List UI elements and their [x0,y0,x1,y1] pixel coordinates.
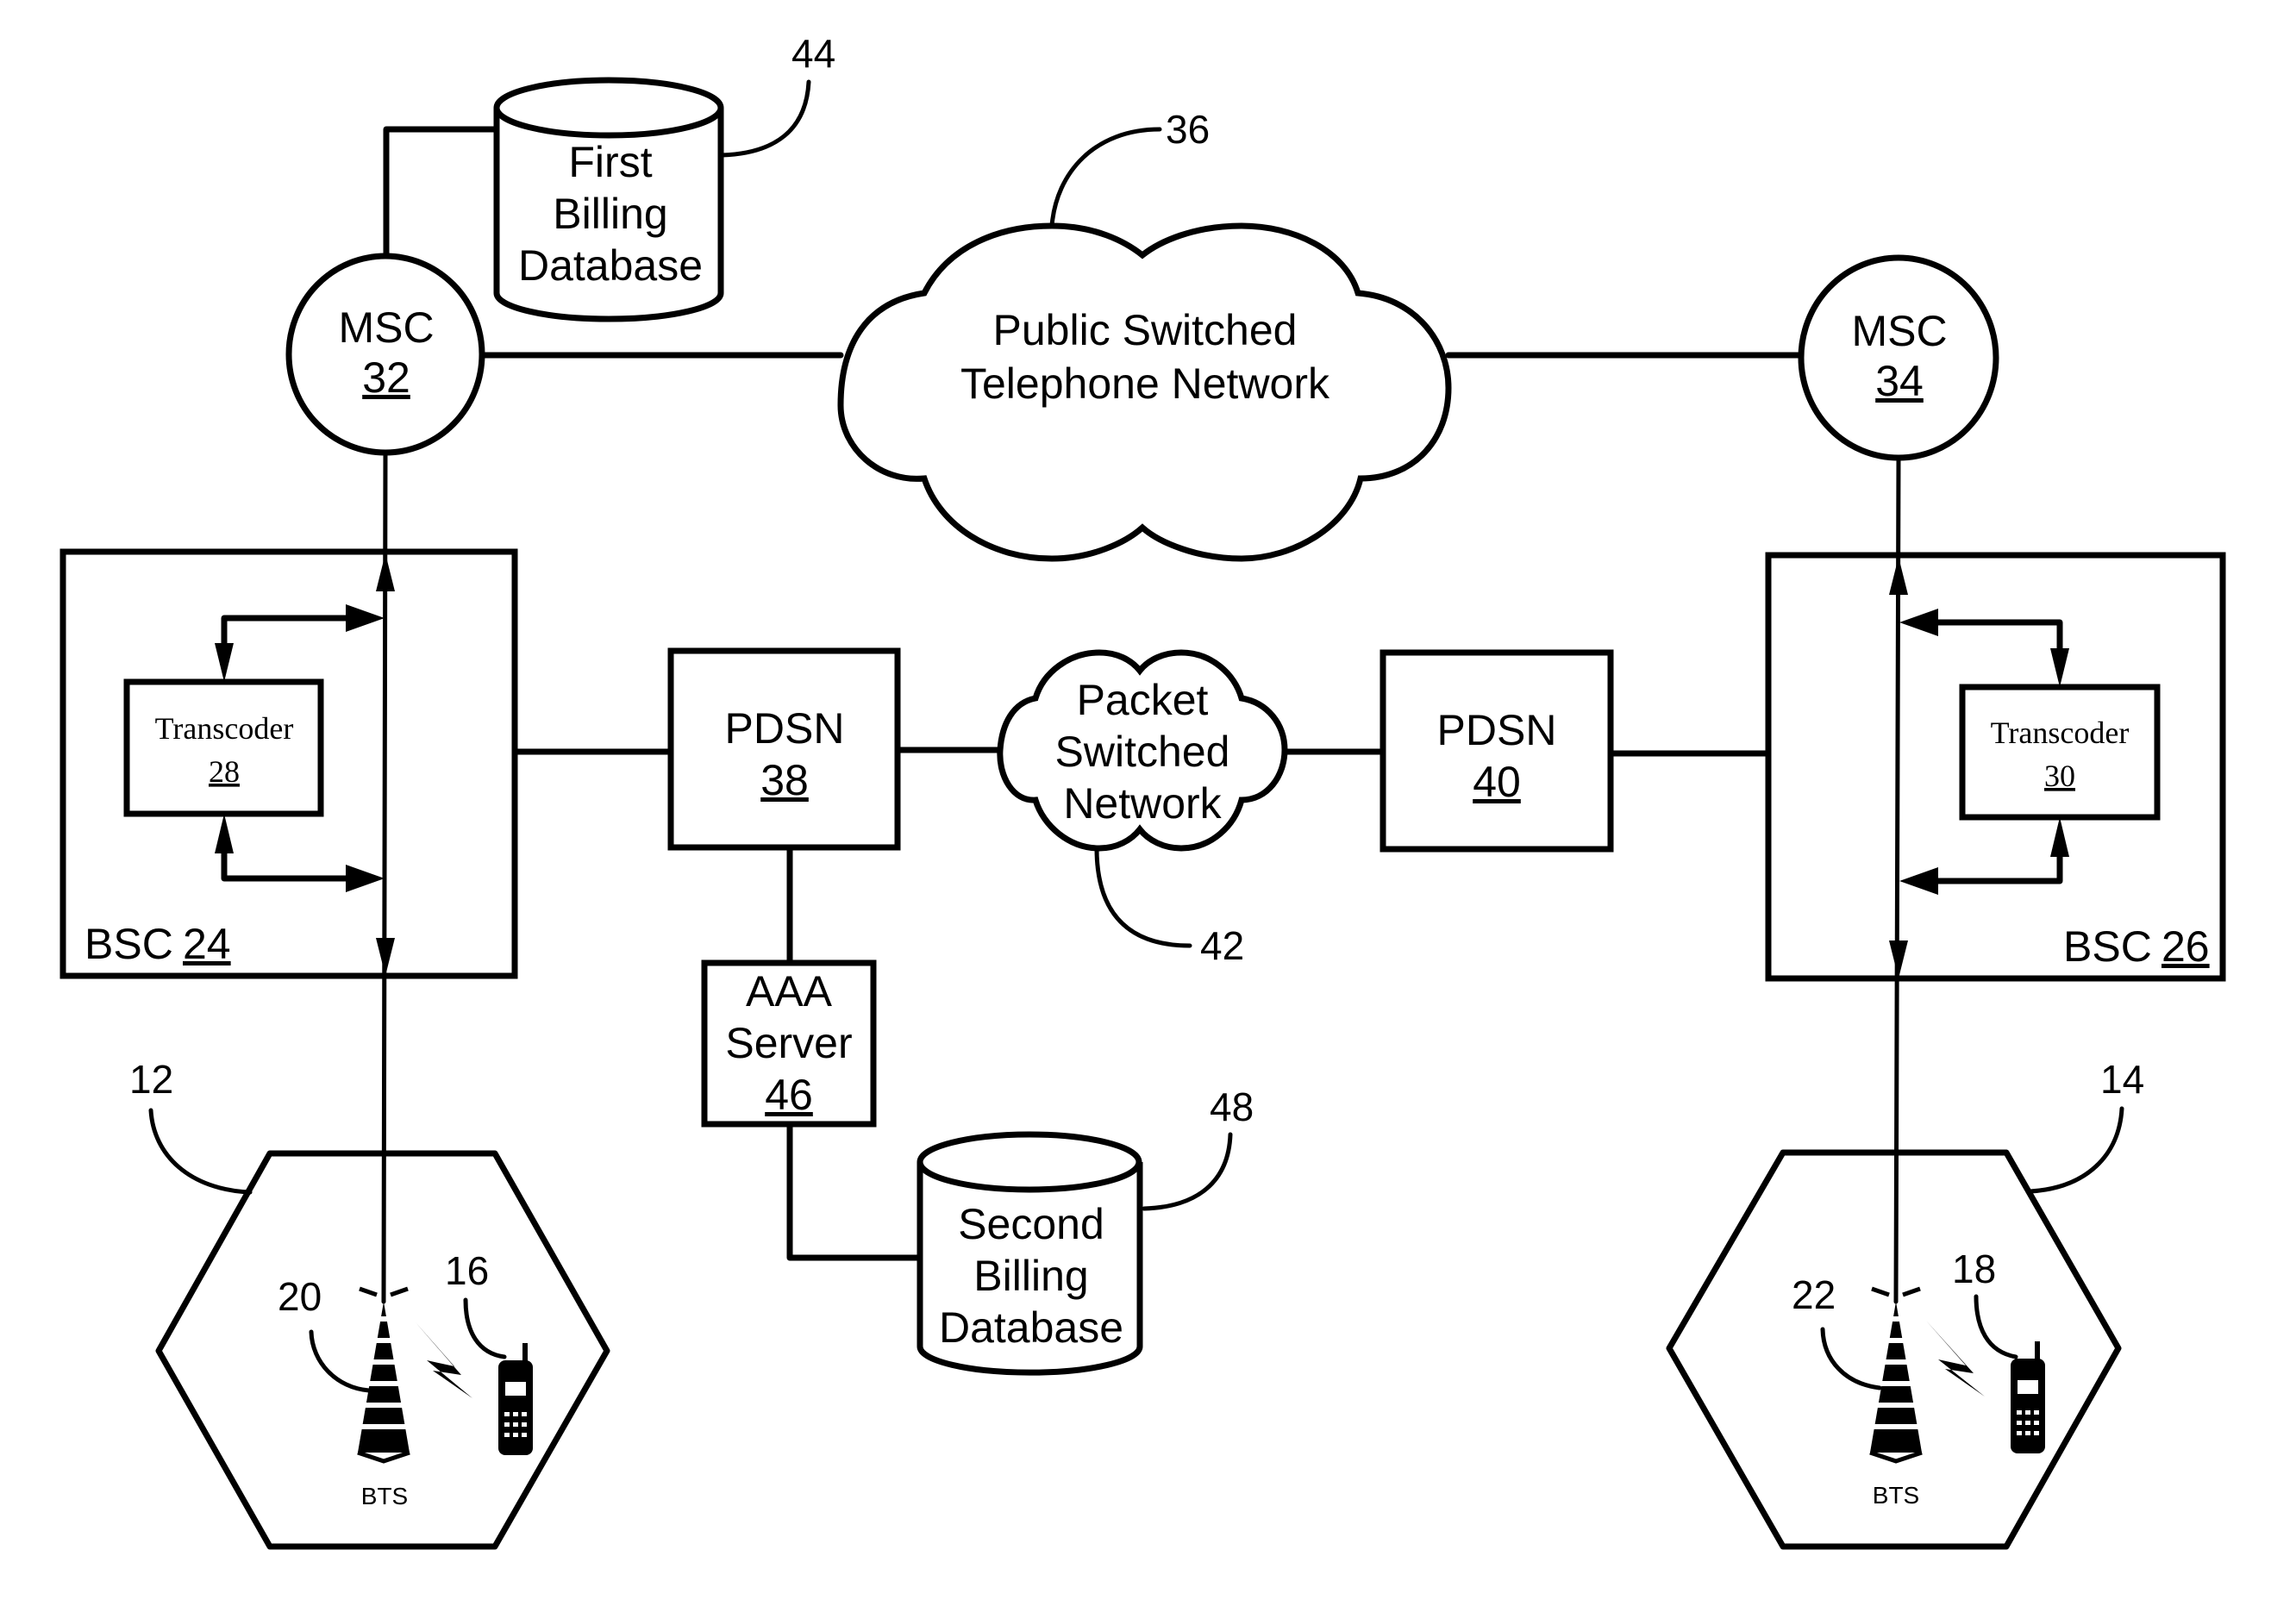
msc-32-label: MSC [338,303,434,352]
arrowhead-icon [376,938,395,976]
psn-label-line2: Switched [1055,728,1230,776]
bts-tower-icon [358,1289,410,1461]
arrowhead-icon [1899,867,1938,895]
aaa-server-46: AAA Server 46 [701,959,877,1128]
arrowhead-icon [215,643,234,682]
ref-48-leader [1142,1132,1233,1211]
pstn-label-line2: Telephone Network [960,359,1330,408]
psn-label-line3: Network [1063,779,1222,828]
second-db-label-line1: Second [958,1200,1104,1248]
aaa-to-second-db-line [786,1121,923,1261]
bsc-26-ref: 26 [2161,922,2210,971]
pdsn-38-label: PDSN [725,704,845,753]
ref-36: 36 [1166,107,1210,152]
ref-20-leader [309,1329,372,1393]
first-db-label-line2: Billing [553,190,667,238]
first-db-label-line3: Database [518,241,703,290]
ref-12: 12 [129,1057,173,1102]
arrowhead-icon [2050,817,2069,857]
first-db-label-line1: First [568,138,652,186]
bsc-26-label: BSC [2063,922,2152,971]
ref-12-leader [148,1108,253,1195]
mobile-phone-icon [498,1343,533,1455]
ref-22-leader [1820,1327,1882,1390]
msc-34-ref: 34 [1875,357,1924,405]
ref-14: 14 [2100,1057,2144,1102]
bts-tower-icon [1870,1289,1922,1461]
arrowhead-icon [1889,557,1908,595]
arrowhead-icon [215,814,234,853]
cell-14: 14 22 18 BTS [1666,1057,2144,1550]
arrowhead-icon [346,604,385,632]
psn-label-line1: Packet [1077,676,1209,724]
pdsn-40: PDSN 40 [1379,649,1614,853]
msc-32: MSC 32 [285,253,485,456]
ref-44-leader [719,79,811,158]
ref-44: 44 [791,31,835,76]
packet-switched-network-cloud: Packet Switched Network [997,649,1288,852]
radio-link-icon [416,1322,472,1398]
ref-22: 22 [1792,1272,1836,1317]
ref-16: 16 [445,1248,489,1293]
arrowhead-icon [2050,648,2069,687]
arrowhead-icon [1889,940,1908,978]
arrowhead-icon [346,865,385,892]
aaa-label-line2: Server [725,1019,852,1067]
network-diagram: First Billing Database 44 MSC 32 MSC 34 … [59,31,2226,1550]
arrowhead-icon [376,553,395,591]
transcoder-28-label: Transcoder [155,711,294,746]
pdsn-38-ref: 38 [760,756,809,804]
second-db-label-line2: Billing [973,1252,1088,1300]
msc-34: MSC 34 [1798,254,1999,461]
msc-32-ref: 32 [362,353,410,402]
ref-36-leader [1049,127,1162,228]
ref-14-leader [2028,1106,2124,1194]
bsc-24-ref: 24 [183,920,231,968]
bsc-24-label: BSC [84,920,173,968]
ref-18-leader [1974,1294,2018,1359]
ref-18: 18 [1952,1247,1996,1291]
first-billing-database: First Billing Database [493,77,724,322]
arrowhead-icon [1899,609,1938,636]
ref-20: 20 [278,1274,322,1319]
ref-42: 42 [1200,923,1244,968]
transcoder-28: Transcoder 28 [123,678,324,817]
bts-22-label: BTS [1873,1482,1919,1509]
cell-12: 12 20 16 BTS [129,1057,610,1550]
pdsn-40-label: PDSN [1437,706,1557,754]
pdsn-40-ref: 40 [1473,758,1521,806]
ref-16-leader [463,1297,507,1359]
transcoder-30-label: Transcoder [1991,716,2130,750]
ref-48: 48 [1210,1084,1254,1129]
bts-20-label: BTS [361,1483,408,1509]
aaa-ref: 46 [765,1071,813,1119]
ref-42-leader [1094,846,1192,948]
transcoder-30-ref: 30 [2044,759,2075,793]
second-db-label-line3: Database [939,1303,1123,1352]
msc32-to-first-db-line [383,126,500,259]
transcoder-30: Transcoder 30 [1959,684,2161,821]
msc-34-label: MSC [1851,307,1947,355]
aaa-label-line1: AAA [746,967,833,1015]
transcoder-28-ref: 28 [209,754,240,789]
pstn-cloud: Public Switched Telephone Network [837,222,1452,562]
second-billing-database: Second Billing Database [917,1131,1143,1376]
pdsn-38: PDSN 38 [667,647,901,851]
pstn-label-line1: Public Switched [993,306,1298,354]
radio-link-icon [1926,1321,1985,1397]
